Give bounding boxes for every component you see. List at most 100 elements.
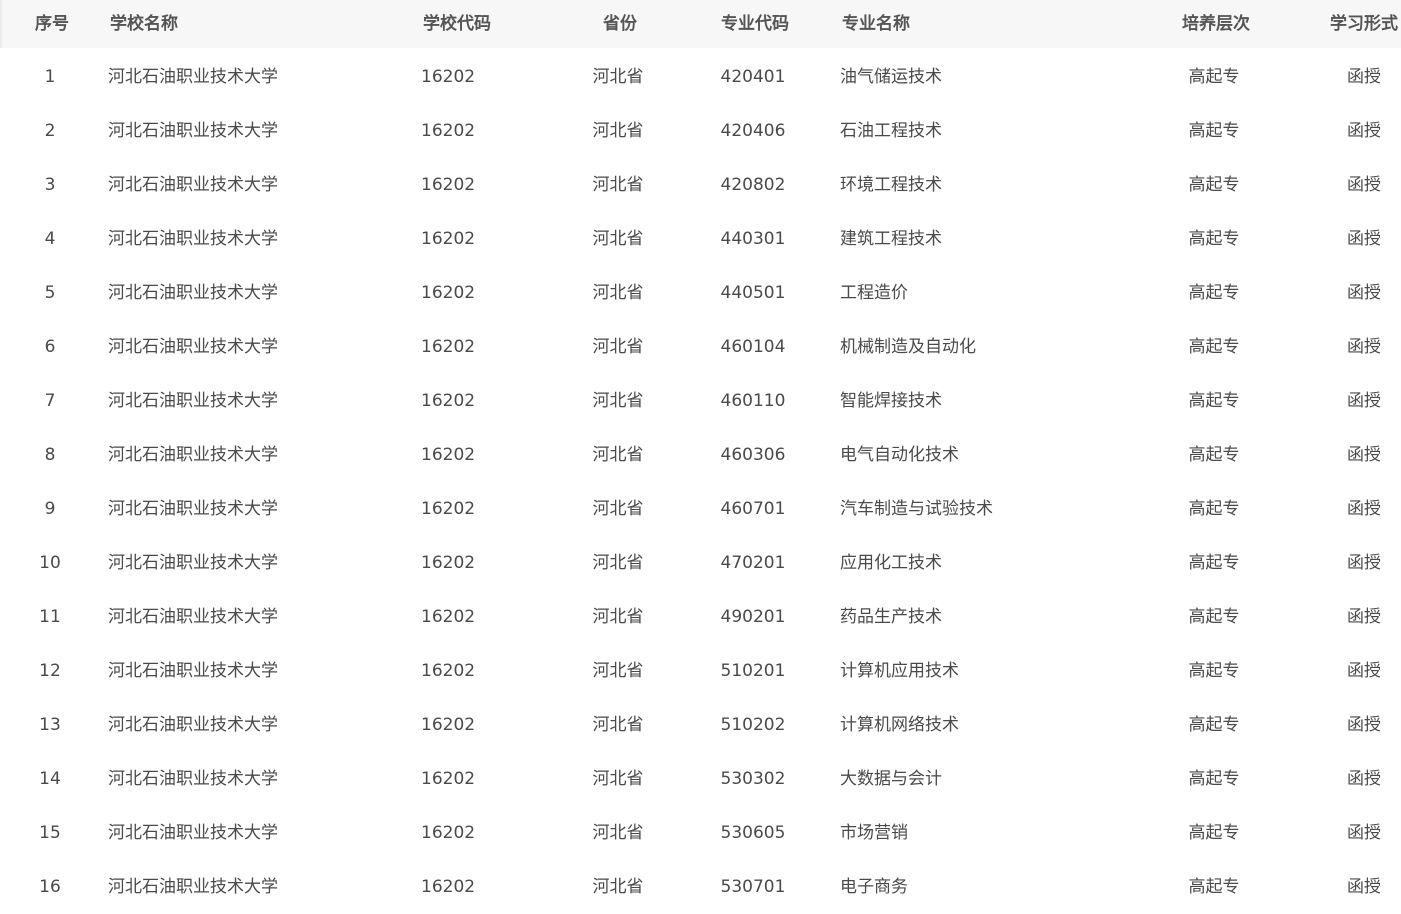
table-row: 9 河北石油职业技术大学 16202 河北省 460701 汽车制造与试验技术 高起专 函授 [0, 482, 1401, 536]
cell-major-name: 汽车制造与试验技术 [840, 499, 993, 519]
cell-major-name: 机械制造及自动化 [840, 337, 976, 357]
cell-school-name: 河北石油职业技术大学 [108, 229, 278, 249]
cell-index: 7 [44, 391, 56, 411]
cell-level: 高起专 [1188, 553, 1240, 573]
cell-province: 河北省 [592, 661, 644, 681]
cell-major-code: 460104 [720, 337, 786, 357]
cell-school-code: 16202 [421, 67, 476, 87]
cell-school-code: 16202 [421, 283, 476, 303]
cell-school-name: 河北石油职业技术大学 [108, 553, 278, 573]
cell-study-mode: 函授 [1347, 121, 1381, 141]
cell-study-mode: 函授 [1347, 769, 1381, 789]
cell-major-code: 440501 [720, 283, 786, 303]
cell-level: 高起专 [1188, 607, 1240, 627]
cell-school-code: 16202 [421, 121, 476, 141]
cell-level: 高起专 [1188, 823, 1240, 843]
cell-school-code: 16202 [421, 337, 476, 357]
cell-major-name: 智能焊接技术 [840, 391, 942, 411]
cell-index: 2 [44, 121, 56, 141]
table-row: 5 河北石油职业技术大学 16202 河北省 440501 工程造价 高起专 函授 [0, 266, 1401, 320]
cell-major-code: 460306 [720, 445, 786, 465]
cell-study-mode: 函授 [1347, 67, 1381, 87]
cell-level: 高起专 [1188, 337, 1240, 357]
cell-study-mode: 函授 [1347, 823, 1381, 843]
cell-province: 河北省 [592, 553, 644, 573]
table-row: 4 河北石油职业技术大学 16202 河北省 440301 建筑工程技术 高起专 函授 [0, 212, 1401, 266]
cell-province: 河北省 [592, 499, 644, 519]
cell-school-name: 河北石油职业技术大学 [108, 499, 278, 519]
cell-index: 15 [39, 823, 61, 843]
cell-level: 高起专 [1188, 715, 1240, 735]
cell-study-mode: 函授 [1347, 715, 1381, 735]
table-row: 11 河北石油职业技术大学 16202 河北省 490201 药品生产技术 高起专 函授 [0, 590, 1401, 644]
cell-school-code: 16202 [421, 661, 476, 681]
column-header-index: 序号 [35, 14, 69, 34]
cell-study-mode: 函授 [1347, 445, 1381, 465]
cell-index: 8 [44, 445, 56, 465]
cell-study-mode: 函授 [1347, 661, 1381, 681]
cell-major-code: 420406 [720, 121, 786, 141]
cell-major-code: 510202 [720, 715, 786, 735]
cell-level: 高起专 [1188, 661, 1240, 681]
cell-level: 高起专 [1188, 445, 1240, 465]
majors-table: 序号 学校名称 学校代码 省份 专业代码 专业名称 培养层次 学习形式 1 河北石… [0, 0, 1401, 914]
cell-level: 高起专 [1188, 121, 1240, 141]
cell-province: 河北省 [592, 337, 644, 357]
cell-province: 河北省 [592, 175, 644, 195]
cell-major-name: 计算机网络技术 [840, 715, 959, 735]
cell-index: 5 [44, 283, 56, 303]
cell-school-name: 河北石油职业技术大学 [108, 175, 278, 195]
cell-level: 高起专 [1188, 175, 1240, 195]
cell-major-code: 440301 [720, 229, 786, 249]
cell-major-name: 应用化工技术 [840, 553, 942, 573]
cell-study-mode: 函授 [1347, 229, 1381, 249]
table-row: 2 河北石油职业技术大学 16202 河北省 420406 石油工程技术 高起专 函授 [0, 104, 1401, 158]
cell-major-code: 460110 [720, 391, 786, 411]
cell-major-code: 490201 [720, 607, 786, 627]
cell-index: 12 [39, 661, 61, 681]
table-row: 14 河北石油职业技术大学 16202 河北省 530302 大数据与会计 高起专 函授 [0, 752, 1401, 806]
cell-major-name: 计算机应用技术 [840, 661, 959, 681]
cell-index: 6 [44, 337, 56, 357]
cell-major-name: 大数据与会计 [840, 769, 942, 789]
cell-school-code: 16202 [421, 175, 476, 195]
cell-study-mode: 函授 [1347, 337, 1381, 357]
cell-major-code: 420401 [720, 67, 786, 87]
cell-province: 河北省 [592, 823, 644, 843]
cell-school-name: 河北石油职业技术大学 [108, 715, 278, 735]
cell-major-code: 420802 [720, 175, 786, 195]
cell-level: 高起专 [1188, 67, 1240, 87]
cell-index: 1 [44, 67, 56, 87]
column-header-province: 省份 [603, 14, 637, 34]
table-row: 7 河北石油职业技术大学 16202 河北省 460110 智能焊接技术 高起专 函授 [0, 374, 1401, 428]
cell-study-mode: 函授 [1347, 553, 1381, 573]
cell-index: 9 [44, 499, 56, 519]
cell-level: 高起专 [1188, 499, 1240, 519]
cell-province: 河北省 [592, 229, 644, 249]
cell-province: 河北省 [592, 715, 644, 735]
cell-school-name: 河北石油职业技术大学 [108, 391, 278, 411]
cell-major-name: 市场营销 [840, 823, 908, 843]
cell-study-mode: 函授 [1347, 499, 1381, 519]
table-row: 12 河北石油职业技术大学 16202 河北省 510201 计算机应用技术 高起专 函授 [0, 644, 1401, 698]
cell-major-name: 环境工程技术 [840, 175, 942, 195]
table-row: 3 河北石油职业技术大学 16202 河北省 420802 环境工程技术 高起专 函授 [0, 158, 1401, 212]
cell-school-code: 16202 [421, 499, 476, 519]
cell-school-name: 河北石油职业技术大学 [108, 607, 278, 627]
table-row: 1 河北石油职业技术大学 16202 河北省 420401 油气储运技术 高起专 函授 [0, 50, 1401, 104]
column-header-school-code: 学校代码 [423, 14, 491, 34]
cell-major-code: 530302 [720, 769, 786, 789]
cell-study-mode: 函授 [1347, 175, 1381, 195]
cell-province: 河北省 [592, 391, 644, 411]
cell-major-name: 油气储运技术 [840, 67, 942, 87]
cell-index: 11 [39, 607, 61, 627]
cell-school-name: 河北石油职业技术大学 [108, 823, 278, 843]
cell-school-code: 16202 [421, 229, 476, 249]
cell-major-code: 470201 [720, 553, 786, 573]
cell-school-name: 河北石油职业技术大学 [108, 445, 278, 465]
cell-school-code: 16202 [421, 391, 476, 411]
table-header: 序号 学校名称 学校代码 省份 专业代码 专业名称 培养层次 学习形式 [0, 0, 1401, 48]
cell-school-name: 河北石油职业技术大学 [108, 121, 278, 141]
table-row: 15 河北石油职业技术大学 16202 河北省 530605 市场营销 高起专 函授 [0, 806, 1401, 860]
column-header-major-code: 专业代码 [721, 14, 789, 34]
